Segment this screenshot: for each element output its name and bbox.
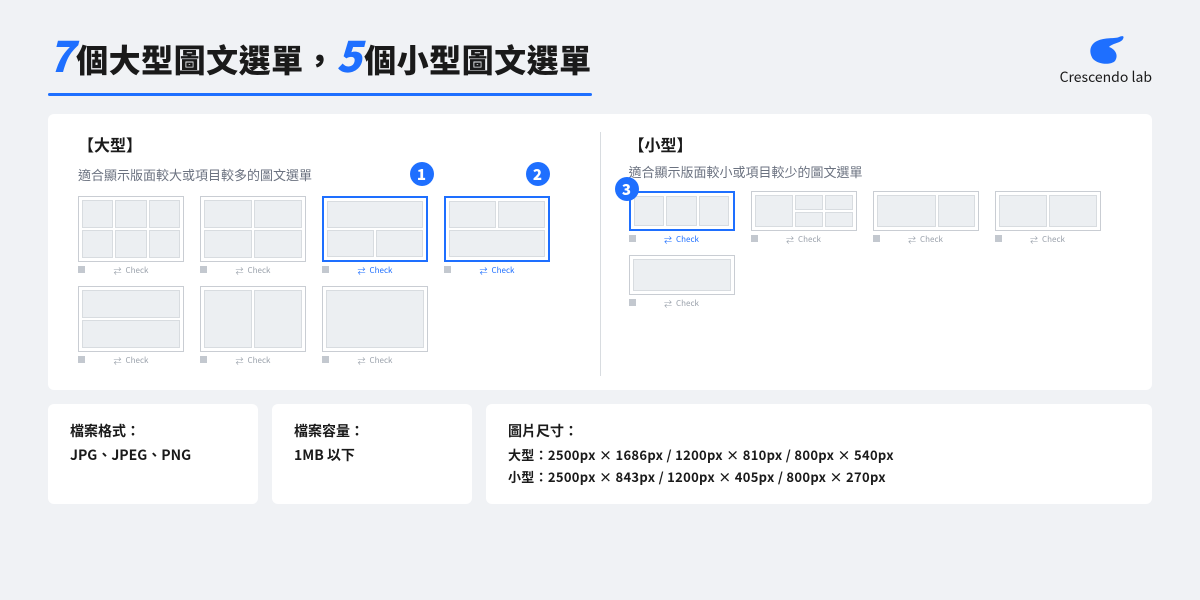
large-heading: 【大型】 [78, 132, 572, 156]
checkbox-icon [322, 356, 329, 363]
small-template-2[interactable]: ⇄Check [751, 191, 857, 245]
title-underline [48, 93, 592, 96]
checkbox-icon [751, 235, 758, 242]
title-num-2: 5 [336, 24, 362, 85]
checkbox-icon [200, 356, 207, 363]
info-row: 檔案格式： JPG、JPEG、PNG 檔案容量： 1MB 以下 圖片尺寸： 大型… [48, 404, 1152, 504]
large-template-7[interactable]: ⇄Check [322, 286, 428, 366]
large-desc: 適合顯示版面較大或項目較多的圖文選單 [78, 165, 312, 184]
title-num-1: 7 [48, 24, 74, 85]
badge-3: 3 [615, 177, 639, 201]
checkbox-icon [629, 235, 636, 242]
checkbox-icon [873, 235, 880, 242]
large-template-6[interactable]: ⇄Check [200, 286, 306, 366]
small-desc: 適合顯示版面較小或項目較少的圖文選單 [629, 162, 863, 181]
small-template-5[interactable]: ⇄Check [629, 255, 735, 309]
large-template-3-selected[interactable]: ⇄Check [322, 196, 428, 276]
pelican-icon [1085, 33, 1127, 65]
large-template-2[interactable]: ⇄Check [200, 196, 306, 276]
small-template-3[interactable]: ⇄Check [873, 191, 979, 245]
checkbox-icon [995, 235, 1002, 242]
checkbox-icon [78, 266, 85, 273]
small-heading: 【小型】 [629, 132, 1123, 156]
checkbox-icon [322, 266, 329, 273]
dimensions-card: 圖片尺寸： 大型：2500px × 1686px / 1200px × 810p… [486, 404, 1152, 504]
large-template-4-selected[interactable]: ⇄Check [444, 196, 550, 276]
format-card: 檔案格式： JPG、JPEG、PNG [48, 404, 258, 504]
badge-1: 1 [410, 162, 434, 186]
badge-2: 2 [526, 162, 550, 186]
large-template-1[interactable]: ⇄Check [78, 196, 184, 276]
brand-logo: Crescendo lab [1060, 33, 1152, 87]
checkbox-icon [200, 266, 207, 273]
checkbox-icon [629, 299, 636, 306]
page-title: 7個大型圖文選單，5個小型圖文選單 [48, 24, 592, 85]
large-template-5[interactable]: ⇄Check [78, 286, 184, 366]
layouts-panel: 【大型】 適合顯示版面較大或項目較多的圖文選單 1 2 ⇄Check ⇄Chec… [48, 114, 1152, 390]
filesize-card: 檔案容量： 1MB 以下 [272, 404, 472, 504]
small-template-1-selected[interactable]: 3 ⇄Check [629, 191, 735, 245]
small-layouts-column: 【小型】 適合顯示版面較小或項目較少的圖文選單 3 ⇄Check ⇄Check [600, 132, 1123, 376]
small-template-4[interactable]: ⇄Check [995, 191, 1101, 245]
large-layouts-column: 【大型】 適合顯示版面較大或項目較多的圖文選單 1 2 ⇄Check ⇄Chec… [78, 132, 600, 376]
checkbox-icon [78, 356, 85, 363]
checkbox-icon [444, 266, 451, 273]
